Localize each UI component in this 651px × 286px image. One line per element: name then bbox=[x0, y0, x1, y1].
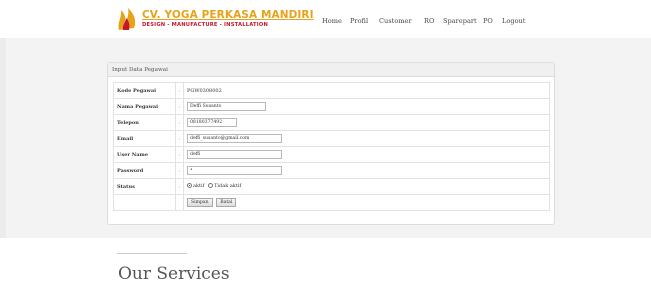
separator: : bbox=[175, 82, 184, 99]
separator: : bbox=[175, 98, 184, 115]
nama-input[interactable]: Deffi Susanto bbox=[187, 102, 266, 111]
employee-form-panel: Input Data Pegawai Kode Pegawai : PGW030… bbox=[107, 62, 555, 225]
brand-subtitle: DESIGN - MANUFACTURE - INSTALLATION bbox=[142, 21, 269, 28]
table-row: User Name : deffi bbox=[113, 146, 550, 163]
nav-profil[interactable]: Profil bbox=[350, 17, 379, 25]
flame-logo-icon bbox=[116, 6, 138, 32]
telepon-input[interactable]: 08180377492 bbox=[187, 118, 237, 127]
table-row: Email : deffi_susanto@gmail.com bbox=[113, 130, 550, 147]
brand-logo[interactable]: CV. YOGA PERKASA MANDIRI DESIGN - MANUFA… bbox=[116, 6, 314, 32]
status-label: Status bbox=[113, 178, 176, 195]
table-row: Password : • bbox=[113, 162, 550, 179]
email-input[interactable]: deffi_susanto@gmail.com bbox=[187, 134, 282, 143]
empty-cell bbox=[113, 194, 176, 211]
services-title: Our Services bbox=[118, 264, 230, 284]
nav-ro[interactable]: RO bbox=[424, 17, 443, 25]
radio-selected-icon bbox=[187, 183, 192, 189]
empty-cell bbox=[175, 194, 184, 211]
nav-sparepart[interactable]: Sparepart bbox=[443, 17, 483, 25]
email-label: Email bbox=[113, 130, 176, 147]
table-row: Telepon : 08180377492 bbox=[113, 114, 550, 131]
nav-customer[interactable]: Customer bbox=[379, 17, 424, 25]
employee-form-table: Kode Pegawai : PGW0308002 Nama Pegawai :… bbox=[113, 82, 550, 211]
separator: : bbox=[175, 146, 184, 163]
services-divider bbox=[117, 253, 187, 254]
reset-button[interactable]: Batal bbox=[216, 198, 237, 207]
password-input[interactable]: • bbox=[187, 166, 282, 175]
table-row: Nama Pegawai : Deffi Susanto bbox=[113, 98, 550, 115]
separator: : bbox=[175, 178, 184, 195]
main-nav: Home Profil Customer RO Sparepart PO Log… bbox=[322, 17, 525, 25]
table-row: Simpan Batal bbox=[113, 194, 550, 211]
telepon-label: Telepon bbox=[113, 114, 176, 131]
table-row: Kode Pegawai : PGW0308002 bbox=[113, 82, 550, 99]
separator: : bbox=[175, 114, 184, 131]
save-button[interactable]: Simpan bbox=[187, 198, 213, 207]
status-radio-inactive[interactable]: Tidak aktif bbox=[208, 183, 241, 189]
panel-heading: Input Data Pegawai bbox=[108, 63, 554, 77]
separator: : bbox=[175, 130, 184, 147]
table-row: Status : aktif Tidak aktif bbox=[113, 178, 550, 195]
kode-label: Kode Pegawai bbox=[113, 82, 176, 99]
brand-title: CV. YOGA PERKASA MANDIRI bbox=[142, 9, 314, 22]
username-label: User Name bbox=[113, 146, 176, 163]
username-input[interactable]: deffi bbox=[187, 150, 282, 159]
header: CV. YOGA PERKASA MANDIRI DESIGN - MANUFA… bbox=[0, 0, 651, 38]
status-radio-active[interactable]: aktif bbox=[187, 183, 204, 189]
status-active-label: aktif bbox=[193, 182, 205, 189]
kode-value: PGW0308002 bbox=[183, 82, 550, 99]
separator: : bbox=[175, 162, 184, 179]
password-label: Password bbox=[113, 162, 176, 179]
nav-logout[interactable]: Logout bbox=[502, 17, 525, 25]
brand-text: CV. YOGA PERKASA MANDIRI DESIGN - MANUFA… bbox=[142, 10, 314, 28]
nav-po[interactable]: PO bbox=[483, 17, 502, 25]
status-inactive-label: Tidak aktif bbox=[214, 182, 242, 189]
nama-label: Nama Pegawai bbox=[113, 98, 176, 115]
radio-empty-icon bbox=[208, 183, 214, 189]
left-strip bbox=[0, 38, 6, 238]
nav-home[interactable]: Home bbox=[322, 17, 350, 25]
